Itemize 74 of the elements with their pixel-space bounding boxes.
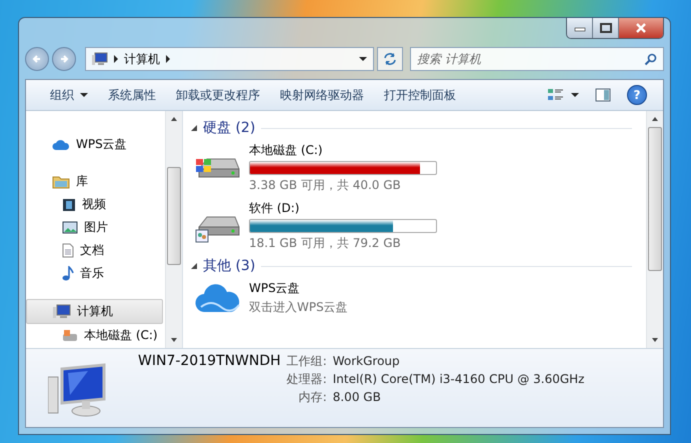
- view-list-icon: [547, 88, 565, 102]
- back-arrow-icon: [31, 53, 43, 65]
- group-title: 硬盘 (2): [203, 119, 256, 137]
- detail-value: WorkGroup: [332, 354, 401, 368]
- search-field[interactable]: 搜索 计算机: [410, 47, 664, 71]
- computer-icon: [92, 52, 108, 66]
- music-note-icon: [62, 266, 74, 281]
- toolbar-button[interactable]: 卸载或更改程序: [168, 82, 268, 108]
- toolbar-button[interactable]: 系统属性: [100, 82, 164, 108]
- address-bar[interactable]: 计算机: [85, 47, 374, 71]
- drive-icon: [62, 329, 78, 342]
- nav-item[interactable]: 音乐: [26, 262, 163, 285]
- nav-item[interactable]: 库: [26, 170, 163, 193]
- forward-button[interactable]: [52, 47, 76, 71]
- close-button[interactable]: [619, 18, 663, 38]
- toolbar-button[interactable]: 打开控制面板: [376, 82, 464, 108]
- folder-icon: [52, 174, 70, 188]
- item-name: WPS云盘: [249, 280, 301, 297]
- item-name: 软件 (D:): [249, 200, 300, 217]
- drive-item[interactable]: WPS云盘 双击进入WPS云盘: [191, 277, 455, 319]
- nav-label: 计算机: [77, 303, 113, 320]
- dropdown-arrow-icon[interactable]: [359, 57, 367, 61]
- computer-name: WIN7-2019TNWNDH: [138, 353, 281, 369]
- item-info: 双击进入WPS云盘: [249, 299, 348, 316]
- minimize-button[interactable]: [567, 18, 593, 38]
- cloud-icon: [52, 138, 70, 150]
- toolbar-button[interactable]: 组织: [42, 82, 96, 108]
- nav-item[interactable]: 本地磁盘 (C:): [26, 324, 163, 347]
- nav-label: 视频: [82, 196, 106, 213]
- nav-item[interactable]: 文档: [26, 239, 163, 262]
- detail-label: 处理器:: [286, 371, 327, 388]
- nav-label: 图片: [84, 219, 108, 236]
- item-info: 3.38 GB 可用，共 40.0 GB: [249, 177, 402, 194]
- nav-label: 文档: [80, 242, 104, 259]
- expand-arrow-icon[interactable]: [191, 125, 197, 131]
- detail-value: Intel(R) Core(TM) i3-4160 CPU @ 3.60GHz: [332, 372, 584, 386]
- drive-item[interactable]: 软件 (D:) 18.1 GB 可用，共 79.2 GB: [191, 197, 455, 255]
- group-title: 其他 (3): [203, 257, 256, 275]
- nav-label: WPS云盘: [76, 136, 127, 153]
- forward-arrow-icon: [58, 53, 70, 65]
- picture-icon: [62, 221, 78, 234]
- computer-icon: [53, 304, 71, 319]
- back-button[interactable]: [25, 47, 49, 71]
- nav-label: 库: [76, 173, 88, 190]
- cloud-icon: [195, 283, 241, 313]
- scrollbar[interactable]: [165, 111, 182, 348]
- search-icon: [644, 52, 657, 66]
- breadcrumb-arrow-icon: [166, 55, 170, 63]
- detail-value: 8.00 GB: [332, 390, 382, 404]
- nav-item[interactable]: 计算机: [26, 299, 163, 324]
- item-name: 本地磁盘 (C:): [249, 142, 324, 159]
- toolbar-button[interactable]: 映射网络驱动器: [272, 82, 372, 108]
- nav-label: 本地磁盘 (C:): [84, 327, 158, 344]
- drive-item[interactable]: 本地磁盘 (C:) 3.38 GB 可用，共 40.0 GB: [191, 139, 455, 197]
- search-input[interactable]: 搜索 计算机: [417, 52, 644, 66]
- address-path[interactable]: 计算机: [124, 50, 160, 68]
- nav-item[interactable]: WPS云盘: [26, 133, 163, 156]
- nav-item[interactable]: 视频: [26, 193, 163, 216]
- close-icon: [635, 23, 647, 33]
- item-info: 18.1 GB 可用，共 79.2 GB: [249, 235, 402, 252]
- detail-label: 工作组:: [286, 353, 327, 370]
- nav-label: 音乐: [80, 265, 104, 282]
- breadcrumb-arrow-icon: [114, 55, 118, 63]
- refresh-button[interactable]: [377, 47, 403, 71]
- detail-label: 内存:: [298, 389, 327, 406]
- film-icon: [62, 198, 76, 212]
- expand-arrow-icon[interactable]: [191, 263, 197, 269]
- document-icon: [62, 243, 74, 258]
- pane-icon: [595, 88, 611, 102]
- maximize-icon: [600, 23, 612, 33]
- refresh-icon: [383, 52, 397, 66]
- maximize-button[interactable]: [593, 18, 619, 38]
- scrollbar[interactable]: [646, 111, 663, 348]
- nav-item[interactable]: 图片: [26, 216, 163, 239]
